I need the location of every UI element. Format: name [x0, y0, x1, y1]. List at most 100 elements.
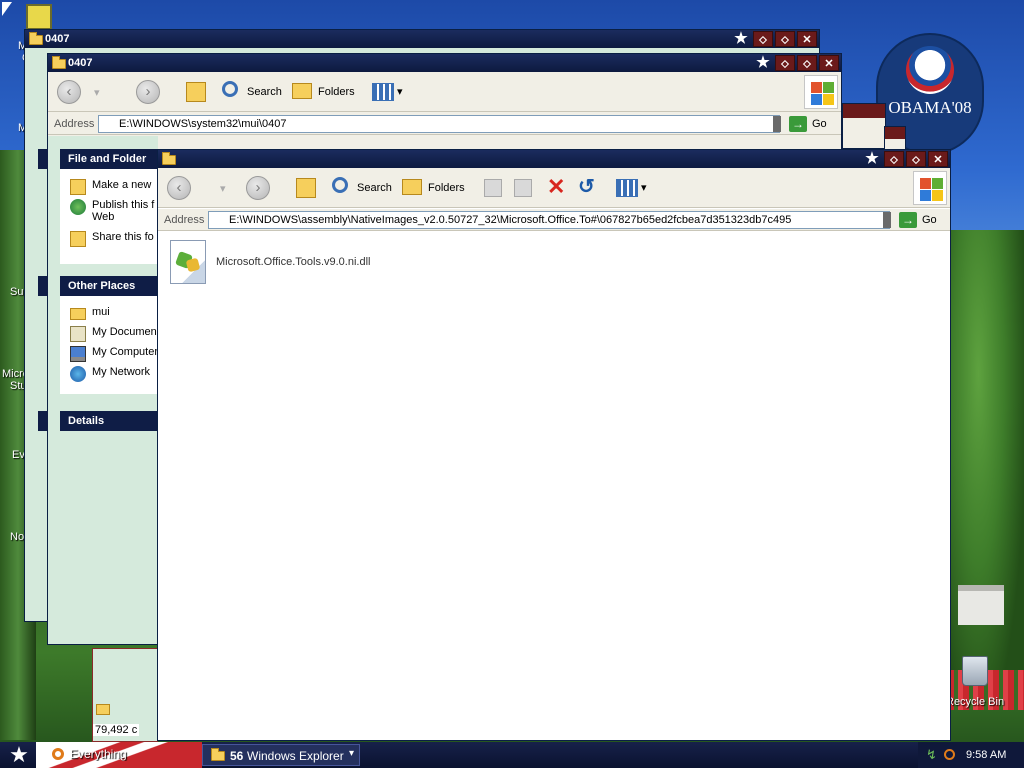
file-item[interactable]: Microsoft.Office.Tools.v9.0.ni.dll [168, 238, 428, 288]
stacked-window-fragment[interactable] [842, 103, 886, 149]
back-button[interactable]: ‹ [167, 176, 191, 200]
folder-icon [211, 748, 225, 761]
close-button[interactable]: ✕ [797, 31, 817, 47]
address-dropdown-button[interactable] [883, 212, 891, 228]
maximize-button[interactable]: ⬦ [797, 55, 817, 71]
desktop-icon-label[interactable]: Ev [12, 449, 25, 461]
toolbar: ‹ ▾ › Search Folders ▾ [48, 72, 841, 112]
copy-to-icon[interactable] [514, 179, 532, 197]
folders-icon[interactable] [292, 83, 312, 99]
close-button[interactable]: ✕ [819, 55, 839, 71]
views-icon[interactable] [372, 83, 394, 101]
address-dropdown-button[interactable] [773, 116, 781, 132]
star-icon: ★ [756, 54, 770, 71]
desktop-icon-label[interactable]: Su [10, 286, 23, 298]
folders-button[interactable]: Folders [318, 86, 355, 98]
place-label: mui [92, 306, 110, 318]
address-bar: Address E:\WINDOWS\system32\mui\0407 → G… [48, 113, 841, 135]
forward-button[interactable]: › [246, 176, 270, 200]
views-dropdown-icon[interactable]: ▾ [397, 85, 403, 98]
minimize-button[interactable]: ⬦ [753, 31, 773, 47]
folders-icon[interactable] [402, 179, 422, 195]
maximize-button[interactable]: ⬦ [906, 151, 926, 167]
my-documents-icon [70, 326, 86, 342]
windows-logo-icon [804, 75, 838, 109]
star-icon: ★ [734, 30, 748, 47]
up-folder-icon[interactable] [296, 178, 316, 198]
task-pane-header-details[interactable]: Details [60, 411, 158, 431]
group-count: 56 [230, 749, 244, 763]
recycle-bin-label[interactable]: Recycle Bin [946, 696, 1004, 708]
go-arrow-icon[interactable]: → [789, 116, 807, 132]
search-icon[interactable] [222, 81, 238, 97]
search-button[interactable]: Search [247, 86, 282, 98]
maximize-button[interactable]: ⬦ [775, 31, 795, 47]
move-to-icon[interactable] [484, 179, 502, 197]
folders-button[interactable]: Folders [428, 182, 465, 194]
tray-arrow-icon[interactable]: ↯ [926, 747, 937, 763]
place-label: My Documen [92, 326, 157, 338]
windows-logo-icon [913, 171, 947, 205]
up-folder-icon[interactable] [186, 82, 206, 102]
views-dropdown-icon[interactable]: ▾ [641, 181, 647, 194]
window-title: 0407 [68, 57, 93, 69]
minimize-button[interactable]: ⬦ [775, 55, 795, 71]
task-share-folder[interactable]: Share this fo [70, 231, 154, 247]
title-bar[interactable]: 0407 ★ ⬦ ⬦ ✕ [25, 30, 819, 48]
undo-icon[interactable]: ↺ [578, 174, 595, 199]
clock[interactable]: 9:58 AM [966, 749, 1006, 761]
forward-button[interactable]: › [136, 80, 160, 104]
task-pane-header-text: File and Folder [68, 153, 147, 165]
task-pane-body-file-folder: Make a new Publish this f Web Share this … [60, 169, 158, 264]
taskbar-group-windows-explorer[interactable]: 56 Windows Explorer ▾ [202, 744, 360, 766]
tray-search-icon[interactable] [944, 749, 955, 760]
task-pane-header-file-folder[interactable]: File and Folder [60, 149, 158, 169]
minimize-button[interactable]: ⬦ [884, 151, 904, 167]
explorer-window-front[interactable]: ★ ⬦ ⬦ ✕ ‹ ▾ › Search Folders ✕ ↺ ▾ Addre… [157, 149, 951, 741]
address-input[interactable]: E:\WINDOWS\assembly\NativeImages_v2.0.50… [208, 211, 890, 229]
go-button[interactable]: Go [812, 118, 827, 130]
task-publish-web[interactable]: Publish this f Web [70, 199, 154, 223]
title-bar[interactable]: ★ ⬦ ⬦ ✕ [158, 150, 950, 168]
start-star-icon[interactable]: ★ [6, 742, 32, 768]
new-folder-icon [70, 179, 86, 195]
recycle-bin-icon[interactable] [962, 656, 988, 686]
task-pane-header-other-places[interactable]: Other Places [60, 276, 158, 296]
group-dropdown-icon[interactable]: ▾ [349, 748, 354, 759]
back-pane-header-stub [38, 276, 48, 296]
desktop-icon-label[interactable]: No [10, 531, 24, 543]
start-label[interactable]: Everything [70, 747, 130, 761]
search-icon[interactable] [332, 177, 348, 193]
file-list: Microsoft.Office.Tools.v9.0.ni.dll [158, 232, 950, 740]
search-button[interactable]: Search [357, 182, 392, 194]
globe-icon [70, 199, 86, 215]
address-bar: Address E:\WINDOWS\assembly\NativeImages… [158, 209, 950, 231]
obama-badge-text: OBAMA'08 [888, 98, 972, 117]
task-label: Share this fo [92, 231, 154, 243]
task-label: Publish this f Web [92, 199, 155, 223]
title-bar[interactable]: 0407 ★ ⬦ ⬦ ✕ [48, 54, 841, 72]
folder-icon [162, 152, 176, 165]
address-label: Address [54, 118, 95, 130]
start-search-icon [52, 748, 64, 760]
stacked-window-fragment[interactable] [884, 126, 906, 150]
views-icon[interactable] [616, 179, 638, 197]
task-label: Make a new [92, 179, 152, 191]
delete-icon[interactable]: ✕ [547, 174, 565, 200]
status-folder-icon [96, 704, 110, 715]
go-button[interactable]: Go [922, 214, 937, 226]
clipboard-desktop-icon[interactable] [26, 4, 52, 30]
task-make-new-folder[interactable]: Make a new [70, 179, 151, 195]
place-label: My Computer [92, 346, 159, 358]
place-my-computer[interactable]: My Computer [70, 346, 158, 362]
place-my-network[interactable]: My Network [70, 366, 150, 382]
desktop-wallpaper-tree-right [948, 230, 1024, 710]
place-mui[interactable]: mui [70, 306, 110, 320]
address-input[interactable]: E:\WINDOWS\system32\mui\0407 [98, 115, 780, 133]
close-button[interactable]: ✕ [928, 151, 948, 167]
window-title: 0407 [45, 33, 70, 45]
go-arrow-icon[interactable]: → [899, 212, 917, 228]
system-tray: ↯ 9:58 AM [918, 742, 1024, 768]
place-my-documents[interactable]: My Documen [70, 326, 157, 342]
back-button[interactable]: ‹ [57, 80, 81, 104]
